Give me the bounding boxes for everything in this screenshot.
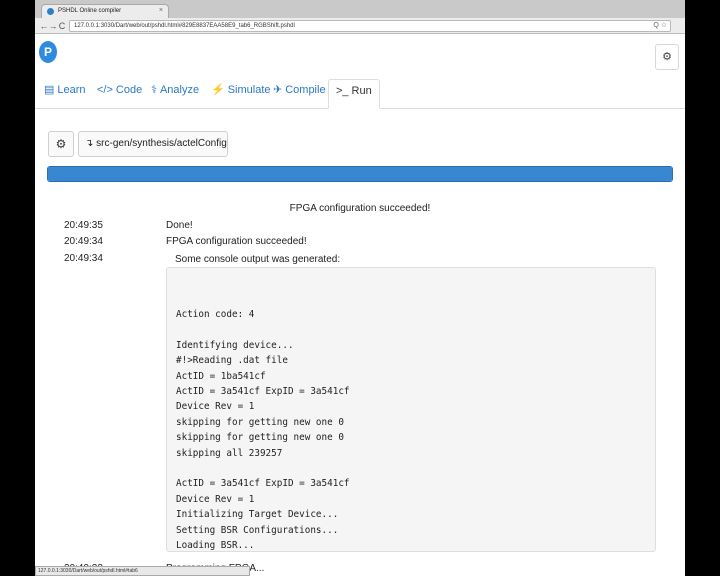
log-time: 20:49:35 (64, 220, 103, 231)
bolt-icon: ⚡ (211, 84, 225, 96)
stethoscope-icon: ⚕ (151, 84, 157, 96)
config-file-label: src-gen/synthesis/actelConfig.dat (96, 138, 227, 149)
console-line: Action code: 4 (176, 309, 255, 320)
console-line: Device Rev = 1 (176, 401, 255, 413)
rocket-icon: ✈ (273, 84, 283, 96)
console-line: Loading BSR... (176, 540, 255, 551)
config-file-button[interactable]: ↴ src-gen/synthesis/actelConfig.dat (78, 131, 228, 157)
address-url: 127.0.0.1:3030/Dart/web/out/pshdl.html#8… (74, 23, 295, 29)
log-message: FPGA configuration succeeded! (166, 236, 307, 247)
browser-toolbar: ← → C 127.0.0.1:3030/Dart/web/out/pshdl.… (35, 18, 685, 34)
settings-button[interactable]: ⚙ (655, 44, 679, 70)
book-icon: ▤ (44, 84, 55, 96)
log-message: Done! (166, 220, 193, 231)
tab-label: Run (351, 85, 372, 97)
browser-window: PSHDL Online compiler × ← → C 127.0.0.1:… (35, 0, 685, 576)
star-icon[interactable]: Q ☆ (653, 21, 667, 31)
log-row: 20:49:34 FPGA configuration succeeded! (64, 236, 664, 250)
browser-status-url: 127.0.0.1:3030/Dart/web/out/pshdl.html#t… (35, 566, 250, 576)
browser-tab-title: PSHDL Online compiler (58, 8, 122, 14)
gear-icon: ⚙ (662, 51, 672, 63)
terminal-icon: >_ (336, 85, 349, 97)
console-output: Action code: 4 Identifying device... #!>Re… (166, 267, 656, 552)
console-line: ActID = 3a541cf ExpID = 3a541cf (176, 386, 350, 397)
address-bar[interactable]: 127.0.0.1:3030/Dart/web/out/pshdl.html#8… (69, 20, 671, 32)
tab-compile[interactable]: ✈ Compile (266, 79, 333, 109)
console-line: ActID = 3a541cf ExpID = 3a541cf (176, 478, 350, 490)
pshdl-page: P ⚙ ▤ Learn </> Code ⚕ Analyze ⚡ Simulate ✈ C… (35, 35, 685, 576)
browser-tab[interactable]: PSHDL Online compiler × (41, 4, 169, 18)
console-line: skipping for getting new one 0 (176, 432, 344, 444)
pshdl-logo: P (39, 41, 57, 63)
browser-tab-strip: PSHDL Online compiler × (35, 0, 685, 18)
reload-icon[interactable]: C (57, 20, 67, 32)
status-message: FPGA configuration succeeded! (289, 203, 431, 214)
code-icon: </> (97, 84, 113, 96)
close-tab-icon[interactable]: × (159, 7, 163, 14)
progress-bar (47, 166, 673, 182)
console-line: Device Rev = 1 (176, 493, 255, 505)
console-line: ActID = 1ba541cf (176, 370, 266, 382)
console-line: Identifying device... (176, 339, 294, 351)
log-row: 20:49:34 (64, 253, 664, 267)
tab-label: Simulate (227, 84, 271, 96)
tab-run[interactable]: >_ Run (328, 79, 380, 109)
tab-label: Code (115, 84, 143, 96)
download-icon: ↴ (85, 138, 94, 149)
log-time: 20:49:34 (64, 236, 103, 247)
console-output-label: Some console output was generated: (175, 254, 341, 265)
tab-code[interactable]: </> Code (90, 79, 149, 109)
run-options-button[interactable]: ⚙ (48, 131, 74, 157)
progress-bar-fill (48, 167, 672, 181)
console-line: Setting BSR Configurations... (176, 524, 339, 536)
tab-analyze[interactable]: ⚕ Analyze (144, 79, 206, 109)
tab-label: Compile (285, 84, 326, 96)
console-line: skipping for getting new one 0 (176, 416, 344, 428)
console-line: skipping all 239257 (176, 447, 283, 459)
cogs-icon: ⚙ (55, 137, 67, 151)
console-line: #!>Reading .dat file (176, 355, 288, 367)
log-time: 20:49:34 (64, 253, 103, 264)
tab-label: Learn (57, 84, 86, 96)
tab-label: Analyze (159, 84, 200, 96)
favicon-icon (47, 8, 54, 15)
tab-learn[interactable]: ▤ Learn (37, 79, 93, 109)
console-line: Initializing Target Device... (176, 509, 339, 521)
log-row: 20:49:35 Done! (64, 220, 664, 234)
